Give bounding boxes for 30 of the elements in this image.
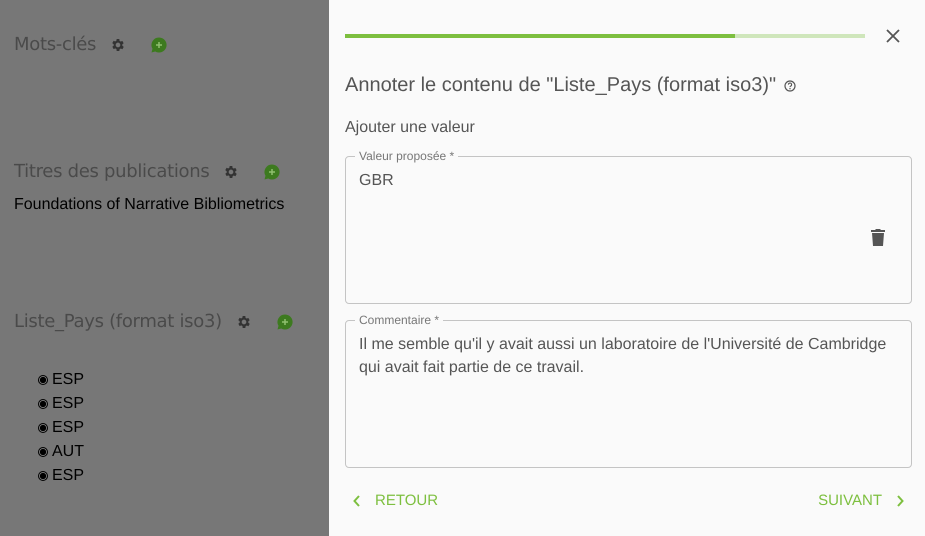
radio-button[interactable] — [38, 447, 48, 457]
country-code: ESP — [52, 395, 84, 413]
help-icon[interactable] — [784, 80, 796, 92]
add-comment-icon[interactable] — [150, 36, 168, 54]
text-field[interactable]: Valeur proposée * GBR — [345, 149, 912, 304]
close-icon[interactable] — [886, 29, 900, 43]
gear-icon[interactable] — [110, 36, 126, 52]
gear-icon[interactable] — [223, 164, 240, 180]
dialog-title: Annoter le contenu de "Liste_Pays (format iso3)" — [345, 74, 776, 97]
radio-button[interactable] — [38, 471, 48, 481]
radio-button[interactable] — [38, 375, 48, 385]
add-comment-icon[interactable] — [276, 312, 294, 330]
chevron-right-icon — [896, 494, 904, 506]
country-code: ESP — [52, 419, 84, 437]
publication-title: Foundations of Narrative Bibliometrics — [14, 196, 286, 214]
text-field[interactable]: Commentaire * Il me semble qu'il y avait aussi un laboratoire de l'Université de Cambridge qui avait fait partie de ce travail. — [345, 313, 912, 468]
trash-icon[interactable] — [871, 228, 885, 246]
field-value: Il me semble qu'il y avait aussi un laboratoire de l'Université de Cambridge qui avait fait partie de ce travail. — [359, 335, 888, 378]
gear-icon[interactable] — [236, 314, 252, 330]
radio-button[interactable] — [38, 399, 48, 409]
field-label: Valeur proposée * — [358, 149, 456, 163]
field-label: Commentaire * — [358, 313, 440, 327]
chevron-left-icon — [353, 494, 361, 506]
subtitle: Ajouter une valeur — [345, 119, 476, 137]
field-value: GBR — [359, 171, 395, 191]
add-comment-icon[interactable] — [263, 162, 282, 180]
country-code: ESP — [52, 371, 84, 389]
country-code: AUT — [52, 443, 84, 461]
country-code: ESP — [52, 467, 84, 485]
radio-button[interactable] — [38, 423, 48, 433]
